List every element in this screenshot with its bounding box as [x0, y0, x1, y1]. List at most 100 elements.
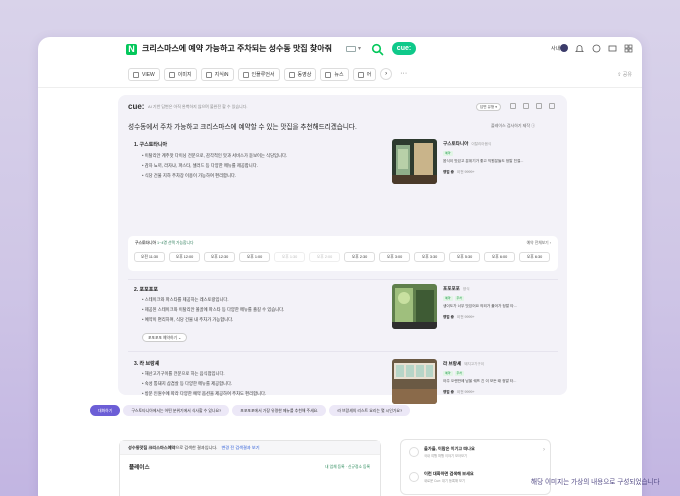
- bullet-text: 식당 건물 지하 주차장 이용이 가능하여 편리합니다.: [142, 171, 287, 181]
- place-photo: [392, 284, 437, 329]
- time-slots: 오전 11:30 오후 12:00 오후 12:30 오후 1:00 오후 1:30 오후…: [134, 252, 550, 262]
- copy-icon[interactable]: [523, 103, 529, 109]
- place-badges: 예약: [443, 151, 453, 156]
- cue-logo: cue:: [128, 102, 144, 111]
- place-hours: 영업 중이전 9999+: [443, 315, 475, 320]
- search-icon[interactable]: [371, 43, 384, 56]
- cue-answer-panel: cue: AI 기반 답변은 아직 완벽하지 않으며 불완전 할 수 있습니다.…: [118, 95, 567, 395]
- places-title: 플레이스: [129, 463, 150, 471]
- restaurant-title[interactable]: 3. 라 브랑셰: [134, 360, 159, 367]
- avatar[interactable]: [560, 44, 568, 52]
- keyboard-icon[interactable]: [346, 46, 356, 52]
- mail-icon[interactable]: [608, 44, 617, 53]
- place-name: 라 브랑셰돼지고기구이: [443, 361, 484, 367]
- place-card[interactable]: 라 브랑셰돼지고기구이 예약주차 아주 오랜만에 남을 쉐프 긴 이 모든 때 …: [392, 359, 552, 411]
- places-register-links[interactable]: 내 업체 등록 · 신규정소 등록: [325, 465, 370, 470]
- tab-video[interactable]: 동영상: [284, 68, 317, 81]
- restaurant-title[interactable]: 1. 구스토타니아: [134, 141, 167, 148]
- bullet-text: 숙성 통돼지 삼겹살 등 다양한 메뉴를 제공합니다.: [142, 379, 266, 389]
- time-slot[interactable]: 오후 6:30: [519, 252, 550, 262]
- bell-icon[interactable]: [575, 44, 584, 53]
- tab-news[interactable]: 뉴스: [320, 68, 348, 81]
- place-name: 포포포포양식: [443, 286, 470, 292]
- time-slot[interactable]: 오후 1:00: [239, 252, 270, 262]
- tab-influencer[interactable]: 인플루언서: [238, 68, 280, 81]
- panel-actions: [510, 103, 555, 109]
- share-button[interactable]: ⇪ 공유: [617, 71, 632, 78]
- reservation-badge: 예약: [443, 151, 453, 156]
- bullet-text: 스테이크와 파스타를 제공하는 레스토랑입니다.: [142, 295, 284, 305]
- tab-image[interactable]: 이미지: [164, 68, 197, 81]
- time-slot[interactable]: 오후 3:30: [414, 252, 445, 262]
- time-slot[interactable]: 오후 12:30: [204, 252, 235, 262]
- search-tabs: VIEW 이미지 지식iN 인플루언서 동영상 뉴스 어 › ···: [128, 68, 407, 81]
- side-promo-box: 을가을, 이맘은 이기고 떠나요 국내 여행 떠행 이야기 모아보기 › 이런 …: [400, 439, 551, 495]
- time-slot[interactable]: 오후 5:30: [449, 252, 480, 262]
- promo-item[interactable]: 을가을, 이맘은 이기고 떠나요 국내 여행 떠행 이야기 모아보기 ›: [409, 444, 545, 464]
- naver-logo[interactable]: N: [126, 44, 137, 55]
- view-icon: [133, 72, 139, 78]
- tab-dictionary[interactable]: 어: [353, 68, 377, 81]
- section-divider: [128, 351, 558, 352]
- tab-kin[interactable]: 지식iN: [201, 68, 234, 81]
- time-slot[interactable]: 오후 3:00: [379, 252, 410, 262]
- place-review: 음식이 맛있고 분위기가 좋고 직원분들도 정말 친절...: [443, 159, 523, 164]
- restaurant-title[interactable]: 2. 포포포포: [134, 286, 158, 293]
- parking-badge: 주차: [455, 371, 465, 376]
- bullet-text: 예약이 편리하며, 식당 건물 내 주차가 가능합니다.: [142, 315, 284, 325]
- dictionary-icon: [358, 72, 364, 78]
- time-slot[interactable]: 오후 6:00: [484, 252, 515, 262]
- chat-icon[interactable]: [592, 44, 601, 53]
- reservation-badge: 예약: [443, 296, 453, 301]
- time-slot[interactable]: 오후 2:30: [344, 252, 375, 262]
- restaurant-bullets: 해산고기구이를 전문으로 하는 음식점입니다. 숙성 통돼지 삼겹살 등 다양한…: [142, 369, 266, 399]
- cue-button[interactable]: cue:: [392, 42, 416, 55]
- section-divider: [128, 279, 558, 280]
- kin-icon: [206, 72, 212, 78]
- place-hours: 영업 중이전 9999+: [443, 170, 475, 175]
- time-slot: 오후 1:30: [274, 252, 305, 262]
- place-card[interactable]: 구스토타니아이탈리아음식 예약 음식이 맛있고 분위기가 좋고 직원분들도 정말…: [392, 139, 552, 191]
- time-slot[interactable]: 오전 11:30: [134, 252, 165, 262]
- place-card[interactable]: 포포포포양식 예약주차 생이도가 너무 맛있어요 의외가 풀어가 정말 타...…: [392, 284, 552, 336]
- share-icon[interactable]: [536, 103, 542, 109]
- restaurant-bullets: 스테이크와 파스타를 제공하는 레스토랑입니다. 제공된 스테이크와 이탈리안 …: [142, 295, 284, 325]
- parking-badge: 주차: [455, 296, 465, 301]
- user-label[interactable]: 사내: [551, 45, 560, 52]
- news-icon: [325, 72, 331, 78]
- promo-item[interactable]: 이런 대화하면 검색해 보세요 새로운 Cue: 대기 등록해 보기: [409, 469, 545, 489]
- time-slot[interactable]: 오후 12:00: [169, 252, 200, 262]
- reservation-all-link[interactable]: 예약 전체보기 ›: [527, 241, 551, 246]
- menu-icon[interactable]: [624, 44, 633, 53]
- suggestion-chip[interactable]: 포포포포에서 가장 유명한 메뉴를 추천해 주세요.: [232, 405, 326, 416]
- video-icon: [289, 72, 295, 78]
- original-results-link[interactable]: 변경 전 검색결과 보기: [221, 445, 259, 450]
- bullet-text: 이탈리안 계주맛 다이닝 전문으로, 감각적인 맛과 서비스가 돋보이는 식당입…: [142, 151, 287, 161]
- answer-type-button[interactable]: 답변 유형 ▾: [476, 103, 501, 111]
- like-icon[interactable]: [510, 103, 516, 109]
- image-disclaimer: 해당 이미지는 가상의 내용으로 구성되었습니다: [531, 476, 660, 486]
- reservation-header: 구스토타니아 1~4명 선택 가능합니다: [135, 241, 194, 246]
- header-divider: [38, 87, 642, 88]
- place-review: 생이도가 너무 맛있어요 의외가 풀어가 정말 타...: [443, 304, 517, 309]
- time-slot: 오후 2:00: [309, 252, 340, 262]
- restaurant-bullets: 이탈리안 계주맛 다이닝 전문으로, 감각적인 맛과 서비스가 돋보이는 식당입…: [142, 151, 287, 181]
- tab-view[interactable]: VIEW: [128, 68, 160, 81]
- search-query[interactable]: 크리스마스에 예약 가능하고 주차되는 성수동 맛집 찾아줘: [142, 43, 332, 54]
- image-icon: [169, 72, 175, 78]
- suggestion-chip[interactable]: 구스토타니아에서는 어떤 분위기에서 식사할 수 있나요?: [123, 405, 229, 416]
- answer-headline: 성수동에서 주차 가능하고 크리스마스에 예약할 수 있는 맛집을 추천해드리겠…: [128, 121, 357, 131]
- reserve-button[interactable]: 포포포포 예약하기 ⌄: [142, 333, 187, 342]
- influencer-icon: [243, 72, 249, 78]
- bullet-text: 감자 뇨끼, 라자냐, 파스타, 샐러드 등 다양한 메뉴를 제공합니다.: [142, 161, 287, 171]
- place-check-link[interactable]: 플레이스 검사하기 제작 ⓘ: [491, 123, 535, 129]
- print-icon[interactable]: [549, 103, 555, 109]
- bullet-text: 제공된 스테이크와 이탈리안 볼골에 파스타 등 다양한 메뉴를 즐길 수 있습…: [142, 305, 284, 315]
- tab-scroll-button[interactable]: ›: [380, 68, 392, 80]
- query-note: 성수동맛집 크리스마스예약으로 검색한 결과입니다.변경 전 검색결과 보기: [120, 441, 380, 455]
- more-dots-button[interactable]: ···: [400, 68, 407, 81]
- suggestion-chip[interactable]: 라 브랑셰의 리스트 요리는 몇 시인가요?: [329, 405, 410, 416]
- chevron-down-icon[interactable]: ▾: [358, 45, 361, 52]
- chat-button[interactable]: 대화하기: [90, 405, 120, 416]
- cue-disclaimer: AI 기반 답변은 아직 완벽하지 않으며 불완전 할 수 있습니다.: [148, 104, 248, 110]
